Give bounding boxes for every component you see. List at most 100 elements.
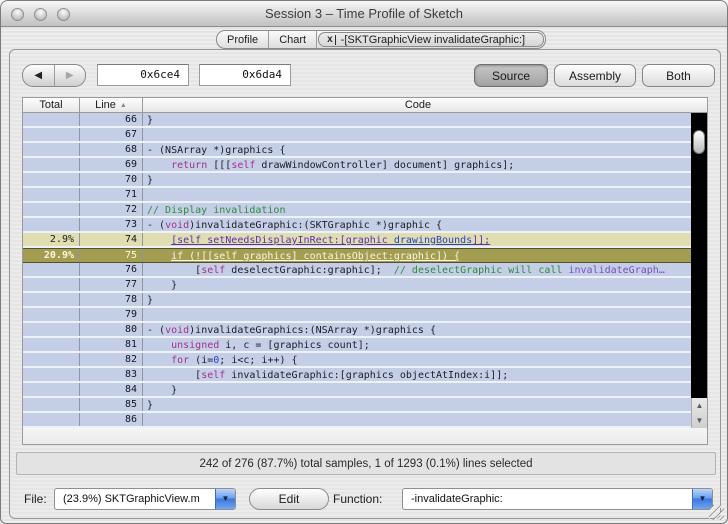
total-cell <box>23 413 80 426</box>
code-segment: // Display invalidation <box>147 205 286 216</box>
status-text: 242 of 276 (87.7%) total samples, 1 of 1… <box>199 457 533 470</box>
tab-divider <box>316 31 318 48</box>
table-row[interactable]: 66} <box>23 113 707 128</box>
code-cell <box>143 188 707 201</box>
code-segment: for <box>171 355 190 366</box>
start-address-field[interactable]: 0x6ce4 <box>97 64 189 86</box>
content-panel: ◀ ▶ 0x6ce4 0x6da4 Source Assembly Both T… <box>9 49 721 519</box>
code-segment: [[[ <box>207 160 232 171</box>
code-segment: } <box>147 175 154 186</box>
code-segment: self <box>201 370 226 381</box>
file-popup[interactable]: (23.9%) SKTGraphicView.m ▼ <box>54 488 236 510</box>
tab-chart[interactable]: Chart <box>269 31 316 48</box>
table-row[interactable]: 77 } <box>23 278 707 293</box>
table-row[interactable]: 85} <box>23 398 707 413</box>
total-cell: 20.9% <box>23 249 80 262</box>
table-row[interactable]: 73- (void)invalidateGraphic:(SKTGraphic … <box>23 218 707 233</box>
close-tab-x: x <box>327 34 333 45</box>
line-number-cell: 82 <box>80 353 143 366</box>
total-cell <box>23 173 80 186</box>
title-bar[interactable]: Session 3 – Time Profile of Sketch <box>1 1 727 27</box>
both-button[interactable]: Both <box>642 64 715 87</box>
line-number-cell: 81 <box>80 338 143 351</box>
code-cell <box>143 128 707 141</box>
file-popup-arrow-icon[interactable]: ▼ <box>215 489 235 509</box>
table-header: Total Line ▲ Code <box>23 98 707 113</box>
close-tab-icon[interactable]: x <box>327 34 336 45</box>
scrollbar-track[interactable] <box>691 113 707 398</box>
header-line[interactable]: Line ▲ <box>80 98 143 112</box>
total-cell <box>23 113 80 126</box>
end-address-field[interactable]: 0x6da4 <box>199 64 291 86</box>
code-segment: return <box>171 160 208 171</box>
file-label: File: <box>24 492 47 506</box>
edit-button[interactable]: Edit <box>249 488 329 510</box>
line-number-cell: 74 <box>80 233 143 246</box>
source-button[interactable]: Source <box>474 64 548 87</box>
table-row[interactable]: 81 unsigned i, c = [graphics count]; <box>23 338 707 353</box>
table-row[interactable]: 84 } <box>23 383 707 398</box>
total-cell <box>23 203 80 216</box>
line-number-cell: 84 <box>80 383 143 396</box>
code-segment: unsigned <box>171 340 220 351</box>
function-popup[interactable]: -invalidateGraphic: ▼ <box>402 488 713 510</box>
table-row[interactable]: 71 <box>23 188 707 203</box>
table-row[interactable]: 20.9% 75 if (![[self graphics] containsOb… <box>23 248 707 263</box>
code-segment: - ( <box>147 325 166 336</box>
header-total[interactable]: Total <box>23 98 80 112</box>
code-segment: ]]; <box>472 235 491 246</box>
code-cell: unsigned i, c = [graphics count]; <box>143 338 707 351</box>
total-cell <box>23 143 80 156</box>
scrollbar-thumb[interactable] <box>693 130 705 154</box>
table-row[interactable]: 80- (void)invalidateGraphics:(NSArray *)… <box>23 323 707 338</box>
total-cell <box>23 353 80 366</box>
table-row[interactable]: 76 [self deselectGraphic:graphic]; // de… <box>23 263 707 278</box>
code-cell: - (void)invalidateGraphics:(NSArray *)gr… <box>143 323 707 336</box>
tab-profile[interactable]: Profile <box>217 31 268 48</box>
line-number-cell: 78 <box>80 293 143 306</box>
code-segment: [ <box>147 265 202 276</box>
forward-button[interactable]: ▶ <box>55 65 86 86</box>
code-segment: invalidateGraphic:[graphics objectAtInde… <box>225 370 509 381</box>
code-segment: ; i<c; i++) { <box>219 355 298 366</box>
scroll-up-button[interactable]: ▲ <box>692 398 707 413</box>
code-cell <box>143 308 707 321</box>
status-bar: 242 of 276 (87.7%) total samples, 1 of 1… <box>16 452 716 475</box>
scroll-down-button[interactable]: ▼ <box>692 413 707 428</box>
table-row[interactable]: 70} <box>23 173 707 188</box>
resize-grip[interactable] <box>709 505 724 520</box>
table-row[interactable]: 69 return [[[self drawWindowController] … <box>23 158 707 173</box>
total-cell <box>23 323 80 336</box>
table-row[interactable]: 83 [self invalidateGraphic:[graphics obj… <box>23 368 707 383</box>
close-tab-bar <box>334 34 336 45</box>
line-number-cell: 71 <box>80 188 143 201</box>
table-row[interactable]: 82 for (i=0; i<c; i++) { <box>23 353 707 368</box>
code-cell: [self invalidateGraphic:[graphics object… <box>143 368 707 381</box>
table-row[interactable]: 67 <box>23 128 707 143</box>
forward-arrow-icon: ▶ <box>65 70 74 81</box>
total-cell <box>23 263 80 276</box>
line-number-cell: 86 <box>80 413 143 426</box>
header-total-label: Total <box>39 99 63 111</box>
edit-button-label: Edit <box>278 492 300 506</box>
line-number-cell: 79 <box>80 308 143 321</box>
total-cell <box>23 368 80 381</box>
table-row[interactable]: 68 - (NSArray *)graphics { <box>23 143 707 158</box>
code-cell: } <box>143 113 707 126</box>
back-button[interactable]: ◀ <box>23 65 55 86</box>
tab-code-browser[interactable]: x -[SKTGraphicView invalidateGraphic:] <box>318 32 544 47</box>
table-row[interactable]: 2.9% 74 [self setNeedsDisplayInRect:[grap… <box>23 233 707 248</box>
total-cell <box>23 398 80 411</box>
table-row[interactable]: 78} <box>23 293 707 308</box>
assembly-button[interactable]: Assembly <box>554 64 636 87</box>
line-number-cell: 83 <box>80 368 143 381</box>
code-segment: (i= <box>189 355 214 366</box>
line-number-cell: 72 <box>80 203 143 216</box>
table-row[interactable]: 72 // Display invalidation <box>23 203 707 218</box>
scroll-up-icon: ▲ <box>695 401 704 410</box>
table-row[interactable]: 79 <box>23 308 707 323</box>
header-code[interactable]: Code <box>143 98 693 112</box>
code-segment: drawWindowController] document] graphics… <box>255 160 515 171</box>
table-row[interactable]: 86 <box>23 413 707 428</box>
